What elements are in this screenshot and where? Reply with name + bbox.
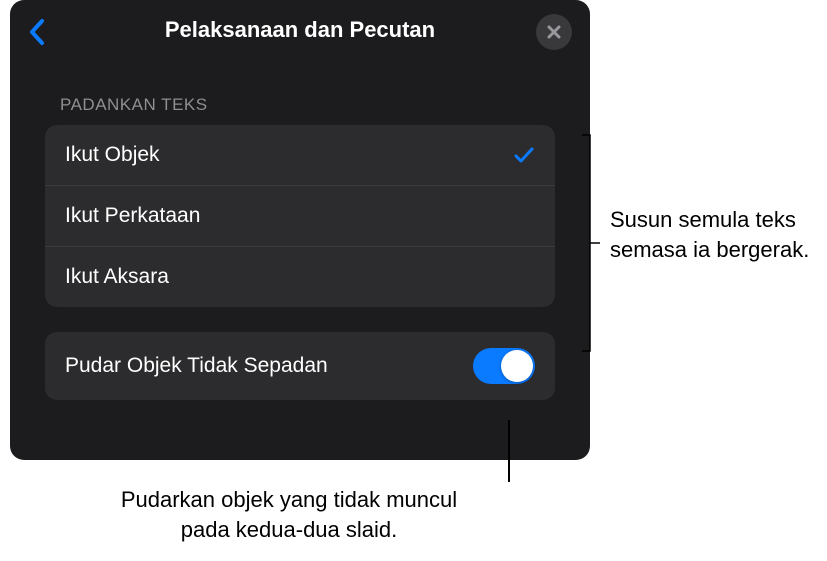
toggle-label: Pudar Objek Tidak Sepadan: [65, 354, 328, 378]
option-label: Ikut Objek: [65, 143, 160, 167]
close-icon: [546, 24, 562, 40]
panel-title: Pelaksanaan dan Pecutan: [165, 17, 435, 43]
callout-line-bottom: [508, 420, 510, 482]
callout-bracket: [580, 133, 600, 353]
option-by-object[interactable]: Ikut Objek: [45, 125, 555, 186]
fade-toggle-row: Pudar Objek Tidak Sepadan: [45, 332, 555, 400]
annotation-right: Susun semula teks semasa ia bergerak.: [610, 205, 827, 264]
chevron-left-icon: [28, 18, 46, 46]
fade-toggle[interactable]: [473, 348, 535, 384]
option-by-word[interactable]: Ikut Perkataan: [45, 186, 555, 247]
option-label: Ikut Aksara: [65, 265, 169, 289]
settings-panel: Pelaksanaan dan Pecutan PADANKAN TEKS Ik…: [10, 0, 590, 460]
match-text-list: Ikut Objek Ikut Perkataan Ikut Aksara: [45, 125, 555, 307]
panel-header: Pelaksanaan dan Pecutan: [10, 0, 590, 60]
back-button[interactable]: [28, 18, 46, 46]
section-label: PADANKAN TEKS: [60, 95, 590, 115]
close-button[interactable]: [536, 14, 572, 50]
checkmark-icon: [513, 144, 535, 166]
toggle-knob: [501, 350, 533, 382]
option-by-character[interactable]: Ikut Aksara: [45, 247, 555, 307]
option-label: Ikut Perkataan: [65, 204, 200, 228]
annotation-bottom: Pudarkan objek yang tidak muncul pada ke…: [104, 485, 474, 544]
